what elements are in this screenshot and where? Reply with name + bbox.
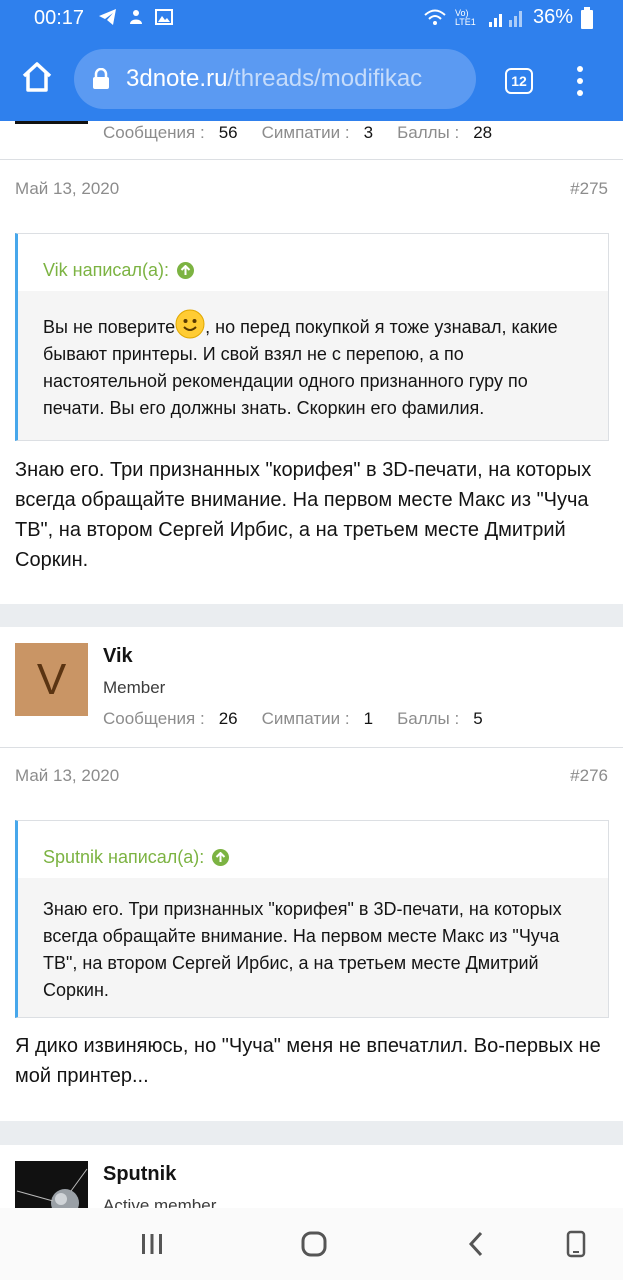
battery-percent: 36% <box>532 6 573 28</box>
quote-header[interactable]: Sputnik написал(а): <box>18 821 608 878</box>
post-text: Знаю его. Три признанных "корифея" в 3D-… <box>15 459 592 571</box>
post-date[interactable]: Май 13, 2020 <box>15 179 119 199</box>
address-bar[interactable]: 3dnote.ru/threads/modifikac <box>74 49 476 109</box>
post-text: Я дико извиняюсь, но "Чуча" меня не впеч… <box>15 1035 601 1087</box>
home-nav-button[interactable] <box>294 1228 334 1260</box>
thread-content: Сообщения :56 Симпатии :3 Баллы :28 Май 13… <box>0 121 623 1208</box>
telegram-icon <box>99 9 116 25</box>
back-button[interactable] <box>456 1228 496 1260</box>
post-276: V Vik Member Сообщения :26 Симпатии :1 Бал… <box>0 627 623 1121</box>
lock-icon <box>93 68 109 89</box>
url-text: 3dnote.ru/threads/modifikac <box>126 65 422 93</box>
tab-count: 12 <box>511 73 527 89</box>
signal-icon <box>488 10 522 27</box>
arrow-up-icon <box>212 849 230 866</box>
back-icon <box>468 1231 483 1257</box>
post-number[interactable]: #275 <box>570 179 608 199</box>
avatar[interactable] <box>15 121 88 124</box>
quote-block: Vik написал(а): Вы не поверите, но перед… <box>15 233 609 441</box>
recent-apps-button[interactable] <box>132 1228 172 1260</box>
quote-header[interactable]: Vik написал(а): <box>18 234 608 291</box>
avatar[interactable]: V <box>15 643 88 716</box>
browser-toolbar: 3dnote.ru/threads/modifikac 12 <box>0 38 623 121</box>
post-next: Sputnik Active member <box>0 1145 623 1208</box>
sputnik-icon <box>16 1168 88 1208</box>
smiley-icon <box>175 309 205 339</box>
home-circle-icon <box>301 1231 327 1257</box>
recent-apps-icon <box>142 1234 162 1254</box>
notification-icon <box>130 10 142 24</box>
url-host: 3dnote.ru <box>126 65 228 92</box>
rotate-button[interactable] <box>556 1228 596 1260</box>
quote-block: Sputnik написал(а): Знаю его. Три призна… <box>15 820 609 1018</box>
quote-author: Sputnik написал(а): <box>43 847 205 867</box>
post-date[interactable]: Май 13, 2020 <box>15 766 119 786</box>
browser-menu-button[interactable] <box>570 66 590 96</box>
post-275: Сообщения :56 Симпатии :3 Баллы :28 Май 13… <box>0 121 623 604</box>
phone-rotate-icon <box>566 1230 586 1258</box>
battery-icon <box>581 6 593 29</box>
image-icon <box>155 9 173 25</box>
home-button[interactable] <box>18 58 56 96</box>
author-stats: Сообщения :56 Симпатии :3 Баллы :28 <box>103 123 493 142</box>
author-name[interactable]: Sputnik <box>103 1163 176 1186</box>
quote-text: Вы не поверите, но перед покупкой я тоже… <box>18 291 608 440</box>
author-stats: Сообщения :26 Симпатии :1 Баллы :5 <box>103 709 483 728</box>
author-role: Active member <box>103 1196 217 1208</box>
avatar[interactable] <box>15 1161 88 1208</box>
network-label: Vo) LTE1 <box>454 7 476 27</box>
status-bar: 00:17 Vo) LTE1 36% <box>0 0 623 38</box>
arrow-up-icon <box>176 262 194 279</box>
author-name[interactable]: Vik <box>103 645 133 668</box>
wifi-icon <box>424 9 446 25</box>
home-icon <box>22 62 52 92</box>
author-role: Member <box>103 678 166 697</box>
system-nav-bar <box>0 1208 623 1280</box>
quote-author: Vik написал(а): <box>43 260 169 280</box>
tab-switcher-button[interactable]: 12 <box>505 68 533 94</box>
quote-text: Знаю его. Три признанных "корифея" в 3D-… <box>43 899 562 1000</box>
url-path: /threads/modifikac <box>227 65 423 92</box>
post-number[interactable]: #276 <box>570 766 608 786</box>
status-time: 00:17 <box>34 7 85 29</box>
